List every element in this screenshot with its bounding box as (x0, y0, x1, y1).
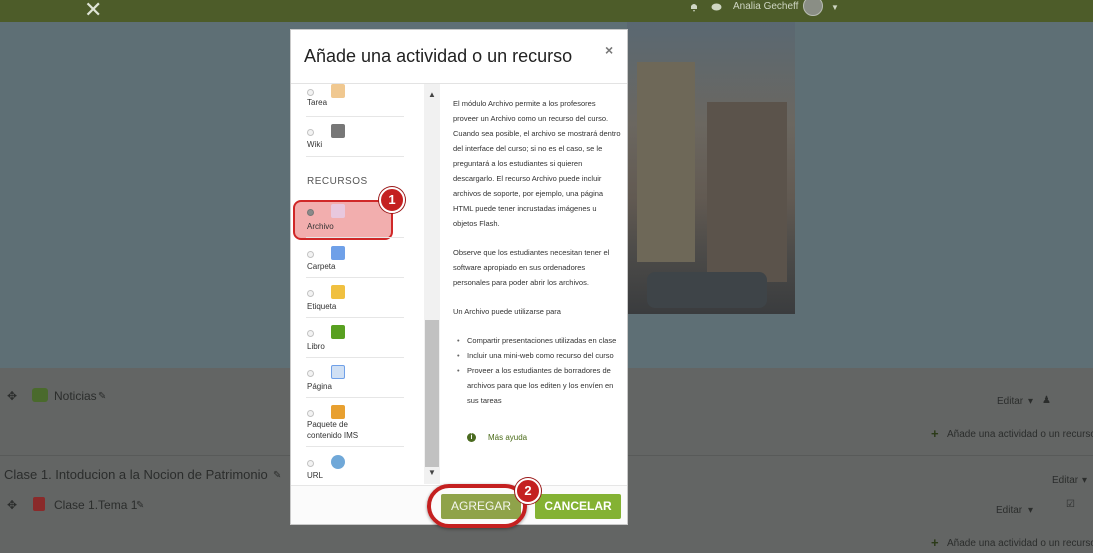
add-activity-link[interactable]: Añade una actividad o un recurso (947, 538, 1093, 549)
radio-button[interactable] (307, 89, 314, 96)
radio-button[interactable] (307, 129, 314, 136)
radio-button[interactable] (307, 290, 314, 297)
checkbox-icon[interactable]: ☑ (1066, 499, 1075, 510)
user-icon[interactable]: ♟ (1042, 395, 1051, 406)
url-icon (331, 455, 345, 469)
item-label: Tarea (307, 98, 328, 107)
top-navbar: ✕ Analia Gecheff ▼ (0, 0, 1093, 22)
news-link[interactable]: Noticias (54, 389, 97, 403)
pencil-icon[interactable]: ✎ (136, 500, 144, 511)
section-header: RECURSOS (307, 176, 368, 187)
package-icon (331, 405, 345, 419)
course-image (627, 22, 795, 314)
divider (306, 397, 404, 398)
divider (306, 317, 404, 318)
divider (306, 446, 404, 447)
item-label: Carpeta (307, 262, 336, 271)
close-icon[interactable]: ✕ (84, 0, 102, 23)
page-icon (331, 365, 345, 379)
item-label: Wiki (307, 140, 323, 149)
move-icon[interactable]: ✥ (7, 389, 17, 403)
module-list: Tarea Wiki RECURSOS Archivo Carpeta Etiq… (291, 84, 441, 486)
divider (306, 357, 404, 358)
bell-icon[interactable] (689, 2, 699, 12)
pdf-icon (33, 497, 45, 511)
item-edit-menu[interactable]: Editar (996, 505, 1022, 516)
label-icon (331, 285, 345, 299)
description-paragraph: Observe que los estudiantes necesitan te… (453, 248, 610, 287)
pencil-icon[interactable]: ✎ (98, 391, 106, 402)
description-list: Compartir presentaciones utilizadas en c… (457, 333, 621, 408)
help-link-label[interactable]: Más ayuda (488, 433, 527, 442)
scroll-down-icon[interactable]: ▼ (428, 468, 436, 477)
plus-icon[interactable]: + (931, 426, 939, 441)
info-icon: i (467, 433, 476, 442)
item-label: Paquete de contenido IMS (307, 420, 359, 440)
folder-icon (331, 246, 345, 260)
radio-button[interactable] (307, 460, 314, 467)
radio-button[interactable] (307, 251, 314, 258)
step-badge: 2 (515, 478, 541, 504)
section-edit-menu[interactable]: Editar (1052, 475, 1078, 486)
item-label: Etiqueta (307, 302, 337, 311)
assignment-icon (331, 84, 345, 98)
chat-icon[interactable] (711, 3, 722, 12)
list-item: Incluir una mini-web como recurso del cu… (457, 348, 621, 363)
divider (306, 237, 404, 238)
highlight-annotation (427, 484, 527, 528)
item-label: Página (307, 382, 332, 391)
scroll-up-icon[interactable]: ▲ (428, 90, 436, 99)
divider (306, 156, 404, 157)
book-icon (331, 325, 345, 339)
scrollbar-thumb[interactable] (425, 320, 439, 467)
edit-menu[interactable]: Editar (997, 396, 1023, 407)
divider (306, 116, 404, 117)
radio-button[interactable] (307, 330, 314, 337)
move-icon[interactable]: ✥ (7, 498, 17, 512)
close-icon[interactable]: × (605, 42, 613, 58)
list-item: Proveer a los estudiantes de borradores … (457, 363, 621, 408)
radio-button[interactable] (307, 209, 314, 216)
add-activity-link[interactable]: Añade una actividad o un recurso (947, 429, 1093, 440)
item-label: URL (307, 471, 324, 480)
activity-chooser-dialog: Añade una actividad o un recurso × Tarea… (290, 29, 628, 525)
divider (306, 277, 404, 278)
wiki-icon (331, 124, 345, 138)
plus-icon[interactable]: + (931, 535, 939, 550)
radio-button[interactable] (307, 370, 314, 377)
item-label: Libro (307, 342, 325, 351)
list-item: Compartir presentaciones utilizadas en c… (457, 333, 621, 348)
module-description: El módulo Archivo permite a los profesor… (453, 96, 621, 408)
step-badge: 1 (379, 187, 405, 213)
forum-icon (32, 388, 48, 402)
chevron-down-icon[interactable]: ▼ (831, 3, 839, 12)
chevron-down-icon[interactable]: ▾ (1082, 475, 1087, 486)
file-icon (331, 204, 345, 218)
item-label: Archivo (307, 222, 334, 231)
chevron-down-icon[interactable]: ▾ (1028, 396, 1033, 407)
resource-link[interactable]: Clase 1.Tema 1 (54, 498, 137, 512)
scrollbar[interactable]: ▲ ▼ (424, 84, 440, 484)
avatar[interactable] (803, 0, 823, 16)
chevron-down-icon[interactable]: ▾ (1028, 505, 1033, 516)
description-paragraph: El módulo Archivo permite a los profesor… (453, 99, 621, 228)
radio-button[interactable] (307, 410, 314, 417)
description-paragraph: Un Archivo puede utilizarse para (453, 307, 561, 316)
dialog-title: Añade una actividad o un recurso (304, 46, 573, 66)
user-name[interactable]: Analia Gecheff (733, 1, 798, 12)
pencil-icon[interactable]: ✎ (273, 470, 281, 481)
section-title[interactable]: Clase 1. Intoducion a la Nocion de Patri… (4, 467, 268, 482)
cancel-button[interactable]: CANCELAR (535, 494, 621, 519)
